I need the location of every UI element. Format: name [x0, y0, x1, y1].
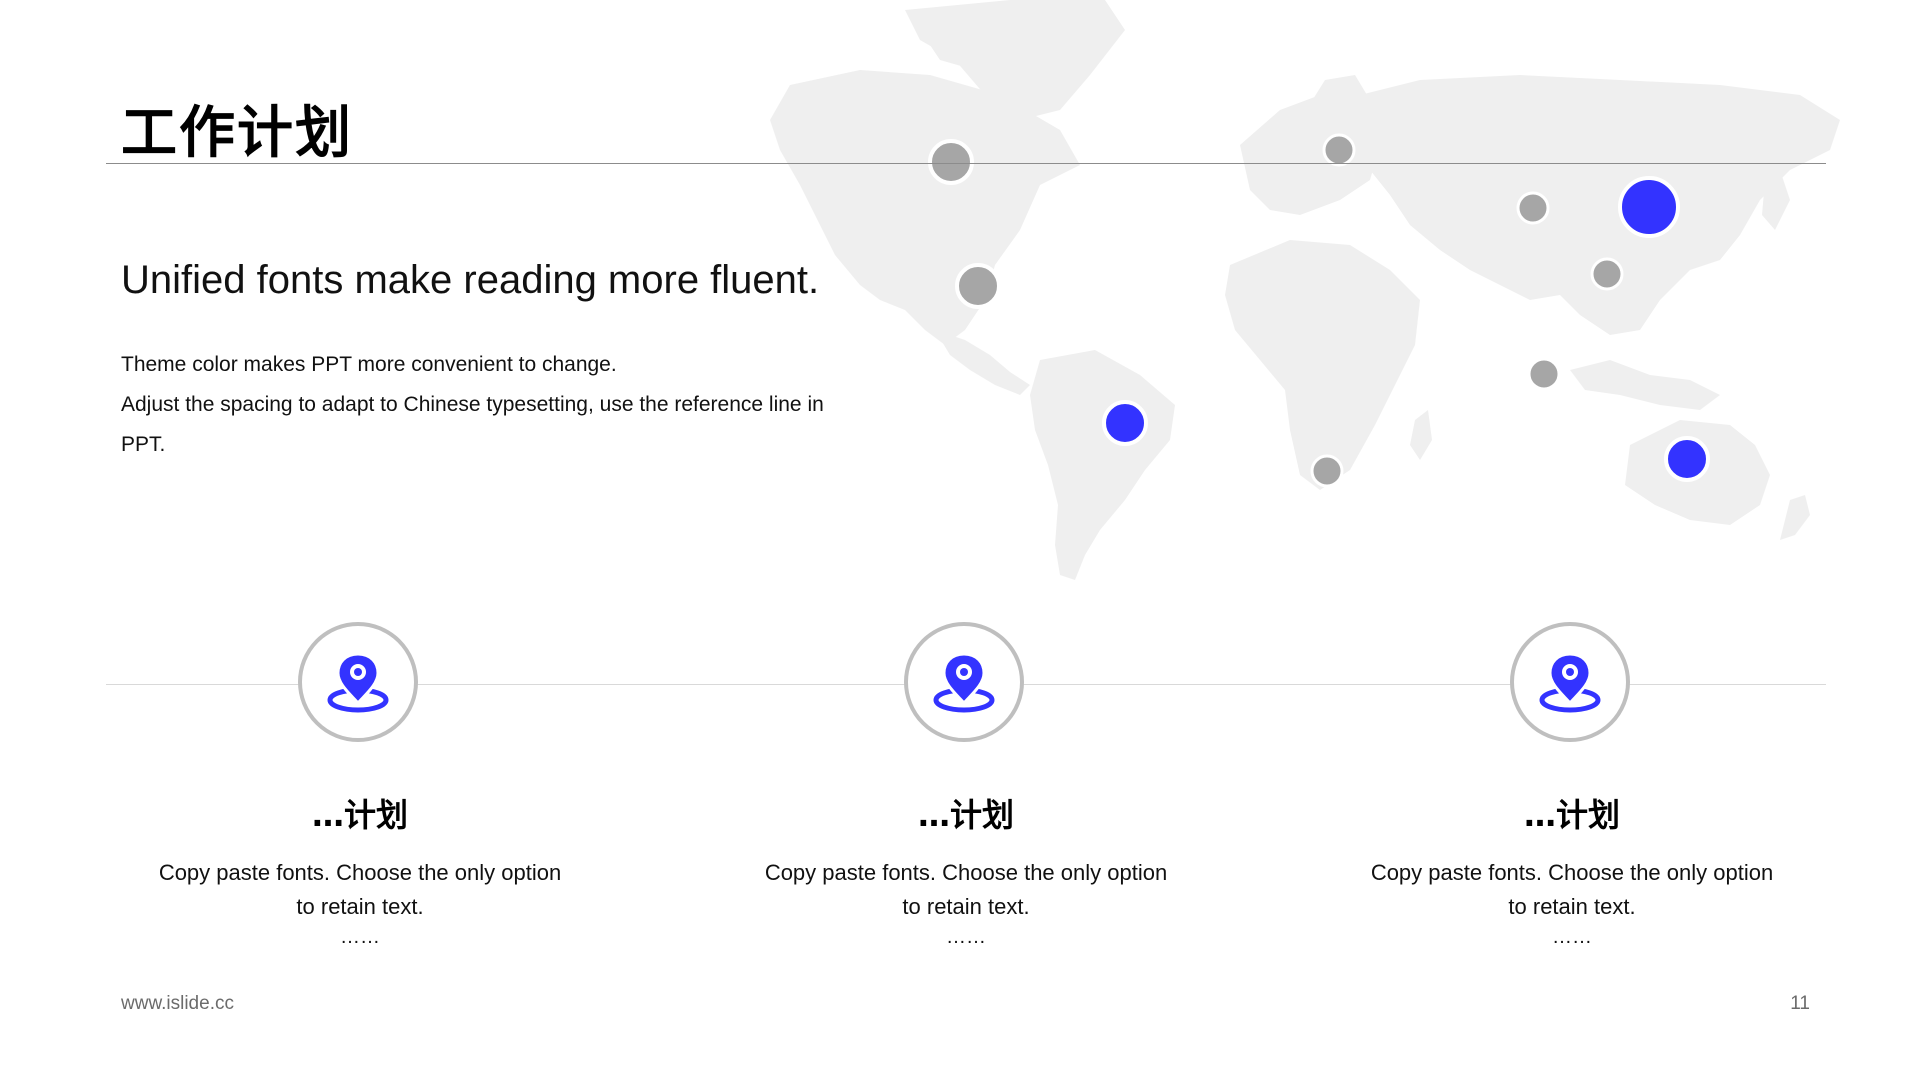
map-marker-brazil [1102, 400, 1148, 446]
world-map-land [770, 0, 1840, 580]
plan-item-ellipsis: …… [340, 926, 380, 948]
plan-item-icon-circle [1510, 622, 1630, 742]
body-line-1: Theme color makes PPT more convenient to… [121, 353, 617, 376]
title-divider [106, 163, 1826, 164]
map-marker-south-africa [1310, 454, 1344, 488]
plan-item-description: Copy paste fonts. Choose the only option… [1370, 860, 1774, 919]
plan-item-title: …计划 [1523, 796, 1620, 834]
plan-item-description: Copy paste fonts. Choose the only option… [764, 860, 1168, 919]
plan-item-title: …计划 [311, 796, 408, 834]
slide-subtitle: Unified fonts make reading more fluent. [121, 258, 820, 302]
slide-body-text: Theme color makes PPT more convenient to… [121, 345, 861, 465]
map-marker-china-north [1618, 176, 1680, 238]
slide: 工作计划 Unified fonts make reading more flu… [0, 0, 1920, 1080]
location-pin-icon [327, 652, 389, 713]
map-marker-canada [928, 139, 974, 185]
slide-title: 工作计划 [121, 101, 353, 166]
map-marker-scandinavia [1322, 133, 1356, 167]
map-marker-china-south [1590, 257, 1624, 291]
plan-item-ellipsis: …… [1552, 926, 1592, 948]
plan-item-description: Copy paste fonts. Choose the only option… [158, 860, 562, 919]
location-pin-icon [1539, 652, 1601, 713]
footer-website: www.islide.cc [121, 993, 234, 1014]
plan-item-ellipsis: …… [946, 926, 986, 948]
map-marker-australia [1664, 436, 1710, 482]
plan-item-title: …计划 [917, 796, 1014, 834]
plan-item-icon-circle [904, 622, 1024, 742]
location-pin-icon [933, 652, 995, 713]
body-line-2: Adjust the spacing to adapt to Chinese t… [121, 393, 824, 456]
page-number: 11 [1790, 993, 1810, 1014]
map-marker-southeast-asia [1527, 357, 1561, 391]
map-marker-usa [955, 263, 1001, 309]
map-marker-central-asia [1516, 191, 1550, 225]
plan-item-icon-circle [298, 622, 418, 742]
